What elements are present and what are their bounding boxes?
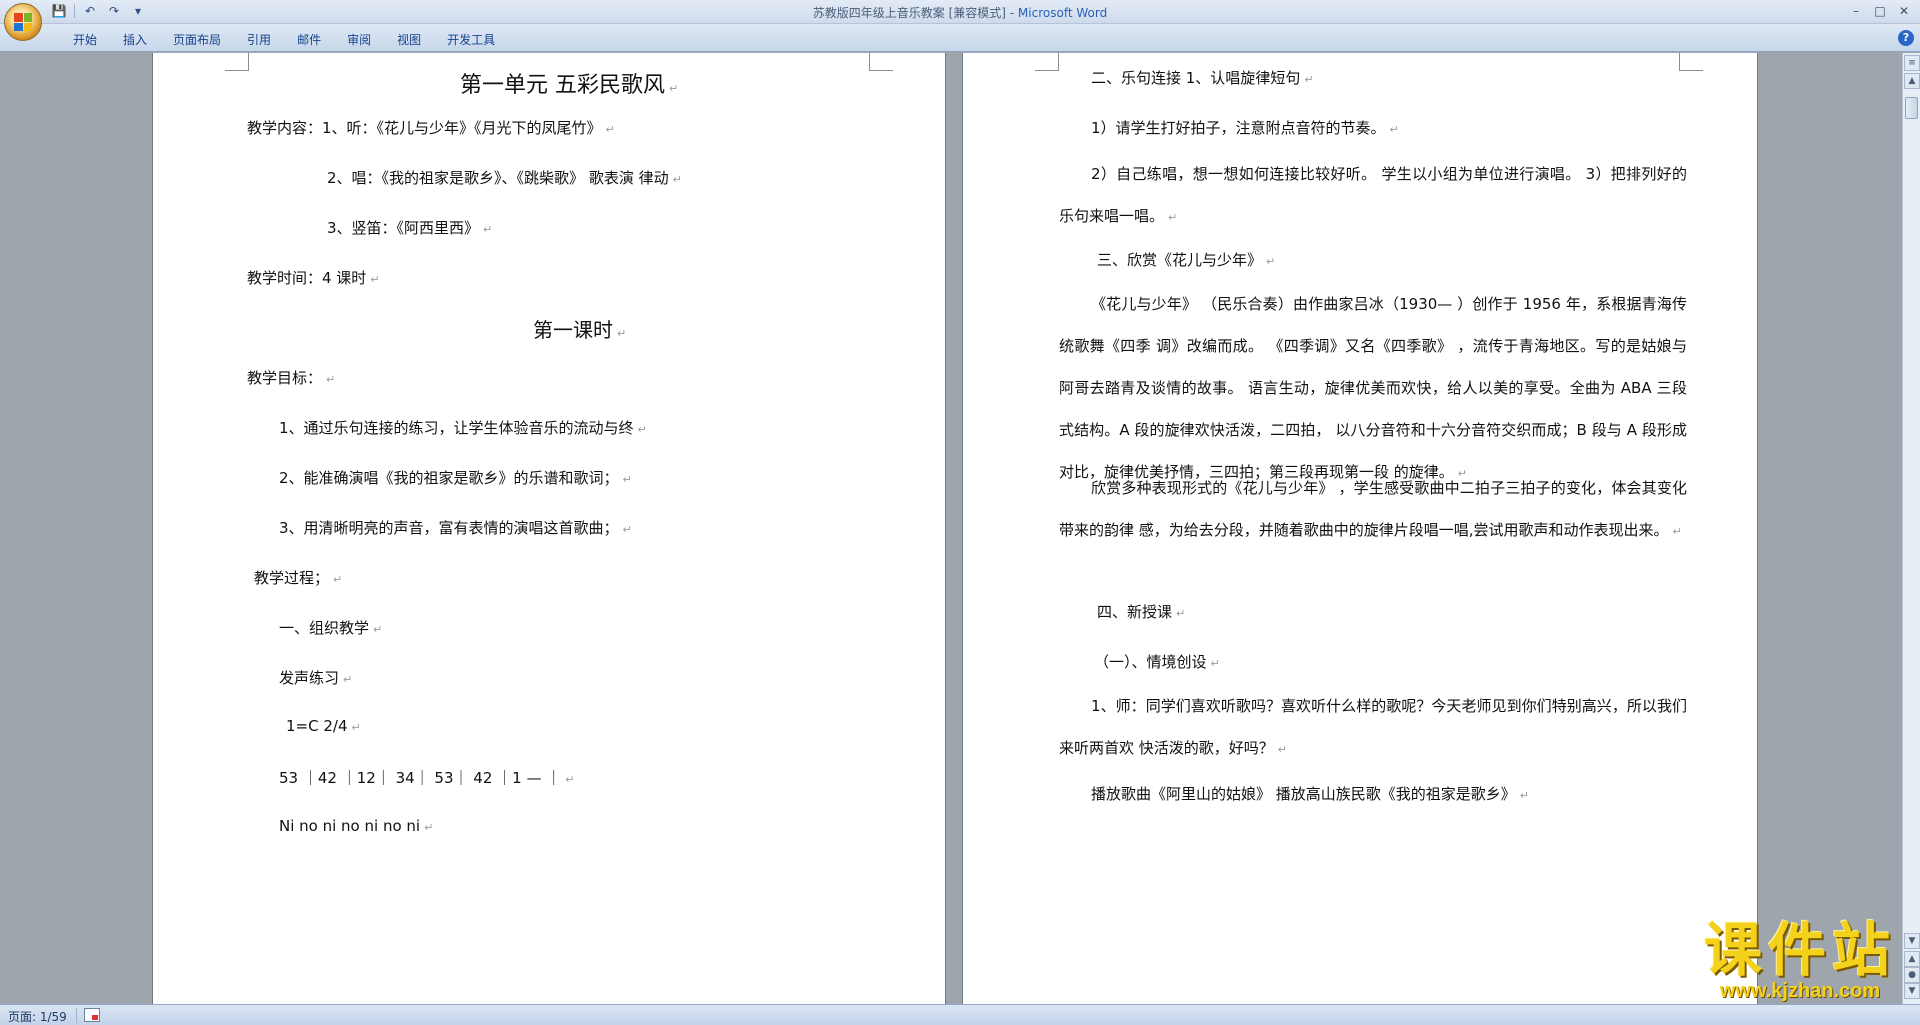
content-line-2: 2、唱：《我的祖家是歌乡》、《跳柴歌》 歌表演 律动 ↵ xyxy=(327,169,682,187)
vocal-practice: 发声练习 ↵ xyxy=(279,669,353,687)
section-3-heading: 三、欣赏《花儿与少年》 ↵ xyxy=(1097,251,1276,269)
step-1: 一、组织教学 ↵ xyxy=(279,619,383,637)
teaching-time: 教学时间：4 课时 ↵ xyxy=(247,269,380,287)
goal-3: 3、用清晰明亮的声音，富有表情的演唱这首歌曲； ↵ xyxy=(279,519,632,537)
office-button[interactable] xyxy=(4,3,42,41)
document-title: 苏教版四年级上音乐教案 [兼容模式] - xyxy=(812,6,1018,20)
crop-mark xyxy=(869,53,893,71)
tab-references[interactable]: 引用 xyxy=(234,29,284,50)
key-signature: 1=C 2/4 ↵ xyxy=(286,717,361,735)
tab-review[interactable]: 审阅 xyxy=(334,29,384,50)
tab-insert[interactable]: 插入 xyxy=(110,29,160,50)
goal-label: 教学目标： ↵ xyxy=(247,369,336,387)
close-button[interactable]: ✕ xyxy=(1892,2,1916,20)
document-area[interactable]: 第一单元 五彩民歌风 ↵ 教学内容：1、听：《花儿与少年》《月光下的凤尾竹》 ↵ 2… xyxy=(0,53,1902,1004)
section-4-heading: 四、新授课 ↵ xyxy=(1097,603,1186,621)
goal-2: 2、能准确演唱《我的祖家是歌乡》的乐谱和歌词； ↵ xyxy=(279,469,632,487)
previous-page-icon[interactable]: ▲ xyxy=(1904,951,1920,967)
unit-title: 第一单元 五彩民歌风 ↵ xyxy=(460,73,679,98)
paragraph: 1、师：同学们喜欢听歌吗？喜欢听什么样的歌呢？今天老师见到你们特别高兴，所以我们… xyxy=(1059,697,1687,757)
crop-mark xyxy=(225,53,249,71)
window-controls: – □ ✕ xyxy=(1844,2,1916,20)
content-line-3: 3、竖笛：《阿西里西》 ↵ xyxy=(327,219,493,237)
divider xyxy=(76,1008,77,1023)
paragraph: 1）请学生打好拍子，注意附点音符的节奏。 ↵ xyxy=(1091,119,1399,137)
notation: 53 ｜42 ｜12｜ 34｜ 53｜ 42 ｜1 — ｜ ↵ xyxy=(279,769,575,787)
process-label: 教学过程； ↵ xyxy=(254,569,343,587)
ribbon: 开始 插入 页面布局 引用 邮件 审阅 视图 开发工具 ? xyxy=(0,24,1920,52)
browse-object-icon[interactable]: ● xyxy=(1904,967,1920,983)
tab-view[interactable]: 视图 xyxy=(384,29,434,50)
watermark-logo: 课件站 www.kjzhan.com xyxy=(1704,920,1896,1003)
tab-developer[interactable]: 开发工具 xyxy=(434,29,508,50)
section-2-heading: 二、乐句连接 1、认唱旋律短句 ↵ xyxy=(1091,69,1314,87)
vertical-scrollbar[interactable]: ≡ ▲ ▼ ▲ ● ▼ xyxy=(1902,53,1920,1004)
paragraph: 播放歌曲《阿里山的姑娘》 播放高山族民歌《我的祖家是歌乡》 ↵ xyxy=(1091,785,1529,803)
minimize-button[interactable]: – xyxy=(1844,2,1868,20)
crop-mark xyxy=(1679,53,1703,71)
scroll-up-icon[interactable]: ▲ xyxy=(1904,73,1920,89)
scroll-down-icon[interactable]: ▼ xyxy=(1904,933,1920,949)
watermark-title: 课件站 xyxy=(1703,916,1896,984)
tab-page-layout[interactable]: 页面布局 xyxy=(160,29,234,50)
office-logo-icon xyxy=(14,13,32,31)
paragraph: 欣赏多种表现形式的《花儿与少年》 ，学生感受歌曲中二拍子三拍子的变化，体会其变化… xyxy=(1059,479,1687,539)
tab-home[interactable]: 开始 xyxy=(60,29,110,50)
ruler-toggle-icon[interactable]: ≡ xyxy=(1904,55,1920,71)
maximize-button[interactable]: □ xyxy=(1868,2,1892,20)
watermark-url: www.kjzhan.com xyxy=(1719,980,1881,1002)
paragraph: 2）自己练唱，想一想如何连接比较好听。 学生以小组为单位进行演唱。 3）把排列好… xyxy=(1059,165,1687,225)
paragraph: 《花儿与少年》 （民乐合奏）由作曲家吕冰（1930— ）创作于 1956 年，系… xyxy=(1059,295,1687,481)
page-left[interactable]: 第一单元 五彩民歌风 ↵ 教学内容：1、听：《花儿与少年》《月光下的凤尾竹》 ↵ 2… xyxy=(152,53,946,1004)
status-bar: 页面: 1/59 xyxy=(0,1004,1920,1025)
help-icon[interactable]: ? xyxy=(1898,30,1914,46)
page-indicator[interactable]: 页面: 1/59 xyxy=(8,1008,67,1025)
content-line-1: 教学内容：1、听：《花儿与少年》《月光下的凤尾竹》 ↵ xyxy=(247,119,615,137)
scroll-thumb[interactable] xyxy=(1905,97,1918,119)
ribbon-tabs: 开始 插入 页面布局 引用 邮件 审阅 视图 开发工具 xyxy=(60,29,508,50)
syllables: Ni no ni no ni no ni ↵ xyxy=(279,817,434,835)
tab-mailings[interactable]: 邮件 xyxy=(284,29,334,50)
crop-mark xyxy=(1035,53,1059,71)
goal-1: 1、通过乐句连接的练习，让学生体验音乐的流动与终 ↵ xyxy=(279,419,647,437)
title-bar: 💾 ↶ ↷ ▾ 苏教版四年级上音乐教案 [兼容模式] - Microsoft W… xyxy=(0,0,1920,24)
app-name: Microsoft Word xyxy=(1017,6,1108,20)
page-right[interactable]: 二、乐句连接 1、认唱旋律短句 ↵ 1）请学生打好拍子，注意附点音符的节奏。 ↵ 2… xyxy=(962,53,1758,1004)
proofing-icon[interactable] xyxy=(84,1008,100,1022)
lesson-heading: 第一课时 ↵ xyxy=(533,318,627,342)
subsection-heading: （一）、情境创设 ↵ xyxy=(1094,653,1220,671)
next-page-icon[interactable]: ▼ xyxy=(1904,983,1920,999)
window-title: 苏教版四年级上音乐教案 [兼容模式] - Microsoft Word xyxy=(0,4,1920,21)
